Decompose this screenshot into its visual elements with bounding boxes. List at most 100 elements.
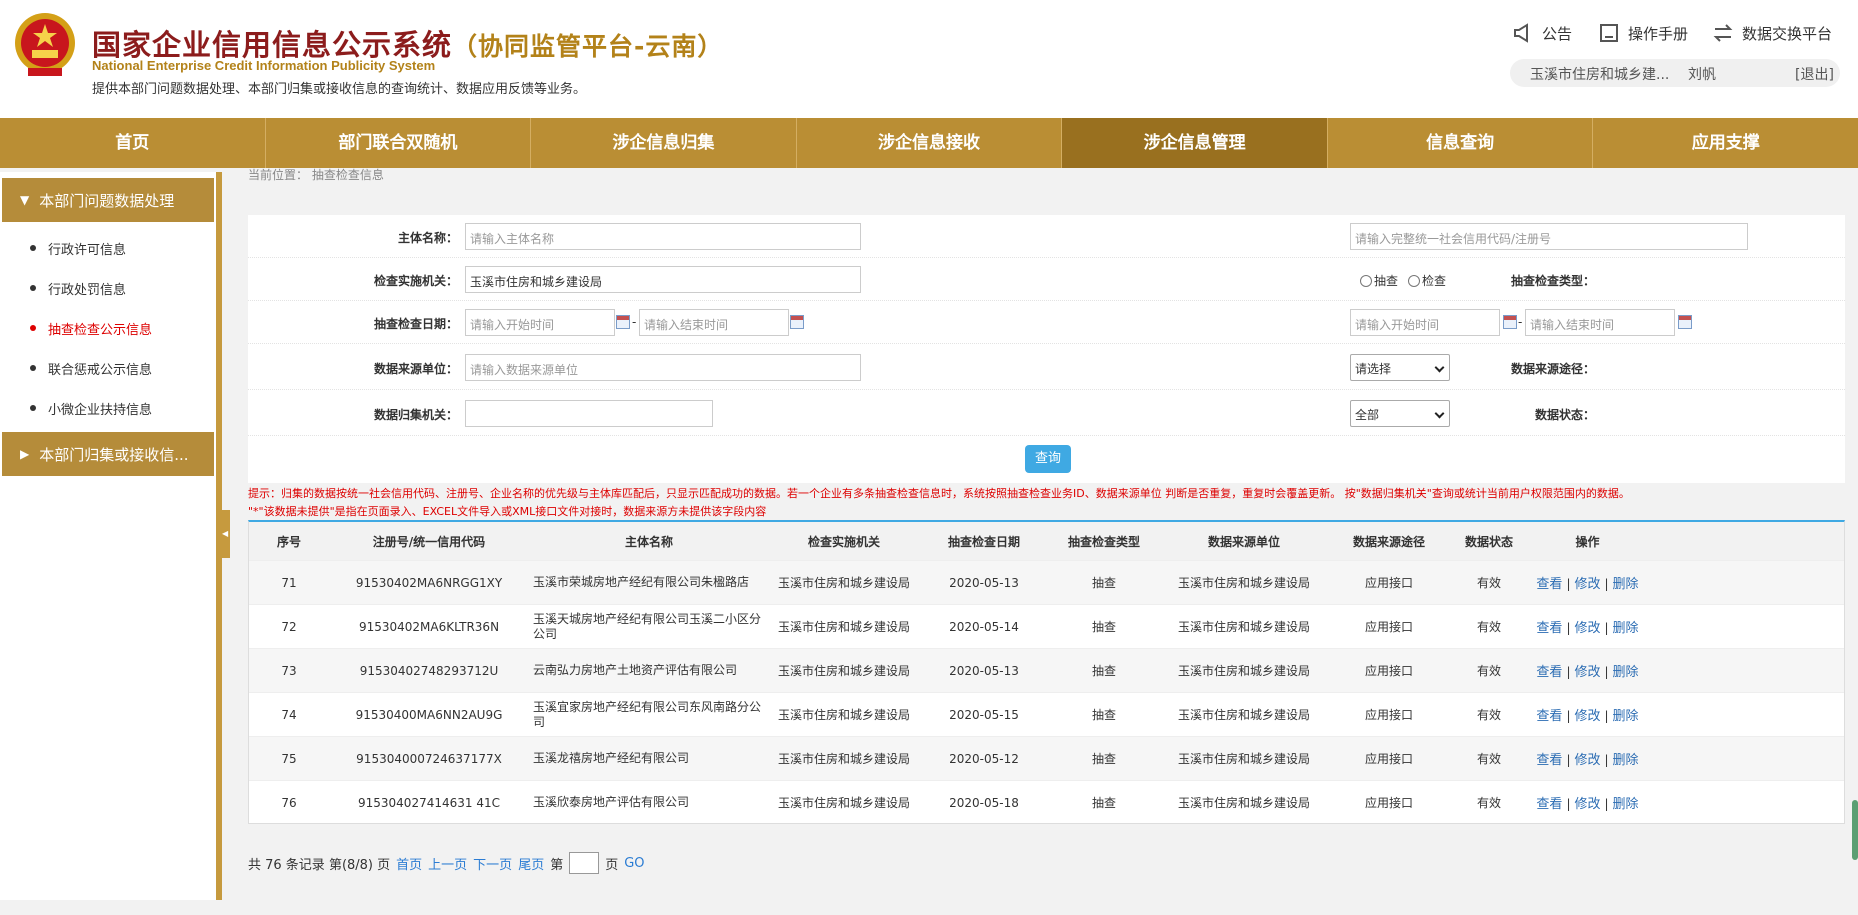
update-start-date-input[interactable]: 请输入开始时间 bbox=[1350, 309, 1500, 336]
data-status-select[interactable]: 全部 bbox=[1350, 400, 1450, 427]
sidebar-item-small-business[interactable]: 小微企业扶持信息 bbox=[0, 388, 216, 428]
sidebar-item-joint-punish[interactable]: 联合惩戒公示信息 bbox=[0, 348, 216, 388]
cell-index: 73 bbox=[281, 663, 297, 678]
view-link[interactable]: 查看 bbox=[1536, 621, 1562, 636]
col-route: 数据来源途径 bbox=[1352, 534, 1425, 549]
calendar-icon[interactable] bbox=[1503, 315, 1517, 329]
last-page-link[interactable]: 尾页 bbox=[518, 854, 544, 873]
cell-source: 玉溪市住房和城乡建设局 bbox=[1177, 620, 1310, 634]
collect-org-input[interactable] bbox=[465, 400, 713, 427]
nav-joint-random[interactable]: 部门联合双随机 bbox=[266, 118, 532, 168]
view-link[interactable]: 查看 bbox=[1536, 797, 1562, 812]
sidebar-item-license[interactable]: 行政许可信息 bbox=[0, 228, 216, 268]
data-route-select[interactable]: 请选择 bbox=[1350, 354, 1450, 381]
first-page-link[interactable]: 首页 bbox=[396, 854, 422, 873]
separator: | bbox=[1566, 797, 1571, 811]
delete-link[interactable]: 删除 bbox=[1613, 665, 1639, 680]
nav-info-receive[interactable]: 涉企信息接收 bbox=[797, 118, 1063, 168]
cell-status: 有效 bbox=[1476, 620, 1501, 634]
nav-app-support[interactable]: 应用支撑 bbox=[1593, 118, 1858, 168]
sidebar-collapse-handle[interactable]: ◀ bbox=[222, 510, 230, 558]
separator: | bbox=[1566, 621, 1571, 635]
calendar-icon[interactable] bbox=[1678, 315, 1692, 329]
edit-link[interactable]: 修改 bbox=[1574, 753, 1600, 768]
next-page-link[interactable]: 下一页 bbox=[473, 854, 512, 873]
notice-link[interactable]: 公告 bbox=[1512, 22, 1572, 44]
query-button[interactable]: 查询 bbox=[1025, 445, 1071, 473]
inspection-end-date-input[interactable]: 请输入结束时间 bbox=[639, 309, 789, 336]
prev-page-link[interactable]: 上一页 bbox=[428, 854, 467, 873]
cell-org: 玉溪市住房和城乡建设局 bbox=[777, 664, 910, 678]
credit-code-input[interactable]: 请输入完整统一社会信用代码/注册号 bbox=[1350, 223, 1748, 250]
data-exchange-link[interactable]: 数据交换平台 bbox=[1712, 22, 1832, 44]
delete-link[interactable]: 删除 bbox=[1613, 621, 1639, 636]
nav-home[interactable]: 首页 bbox=[0, 118, 266, 168]
table-row: 73 91530402748293712U 云南弘力房地产土地资产评估有限公司 玉溪市… bbox=[249, 648, 1844, 692]
delete-link[interactable]: 删除 bbox=[1613, 797, 1639, 812]
header: 国家企业信用信息公示系统（协同监管平台-云南） National Enterpr… bbox=[0, 0, 1858, 118]
view-link[interactable]: 查看 bbox=[1536, 709, 1562, 724]
cell-route: 应用接口 bbox=[1364, 576, 1413, 590]
sidebar-item-inspection[interactable]: 抽查检查公示信息 bbox=[0, 308, 216, 348]
entity-name-input[interactable]: 请输入主体名称 bbox=[465, 223, 861, 250]
sidebar-group-problem-data[interactable]: ▼ 本部门问题数据处理 bbox=[2, 178, 214, 222]
delete-link[interactable]: 删除 bbox=[1613, 753, 1639, 768]
cell-entity: 玉溪天城房地产经纪有限公司玉溪二小区分公司 bbox=[533, 611, 762, 641]
cell-status: 有效 bbox=[1476, 752, 1501, 766]
sidebar: ▼ 本部门问题数据处理 行政许可信息 行政处罚信息 抽查检查公示信息 联合惩戒公… bbox=[0, 172, 222, 900]
sidebar-item-penalty[interactable]: 行政处罚信息 bbox=[0, 268, 216, 308]
update-end-date-input[interactable]: 请输入结束时间 bbox=[1525, 309, 1675, 336]
row-actions: 查看 | 修改 | 删除 bbox=[1529, 749, 1646, 768]
calendar-icon[interactable] bbox=[790, 315, 804, 329]
nav-info-manage[interactable]: 涉企信息管理 bbox=[1062, 118, 1328, 168]
inspection-org-input[interactable]: 玉溪市住房和城乡建设局 bbox=[465, 266, 861, 293]
calendar-icon[interactable] bbox=[616, 315, 630, 329]
cell-type: 抽查 bbox=[1091, 576, 1116, 590]
col-org: 检查实施机关 bbox=[807, 534, 880, 549]
date-range-dash: - bbox=[632, 315, 637, 329]
page-number-input[interactable] bbox=[569, 852, 600, 874]
sidebar-group-collect-receive[interactable]: ▶ 本部门归集或接收信... bbox=[2, 432, 214, 476]
col-status: 数据状态 bbox=[1464, 534, 1513, 549]
manual-link[interactable]: 操作手册 bbox=[1598, 22, 1688, 44]
col-entity: 主体名称 bbox=[624, 534, 673, 549]
nav-info-collect[interactable]: 涉企信息归集 bbox=[531, 118, 797, 168]
nav-info-query[interactable]: 信息查询 bbox=[1328, 118, 1594, 168]
table-row: 72 91530402MA6KLTR36N 玉溪天城房地产经纪有限公司玉溪二小区分公… bbox=[249, 604, 1844, 648]
bullet-icon bbox=[30, 325, 36, 331]
separator: | bbox=[1604, 577, 1609, 591]
edit-link[interactable]: 修改 bbox=[1574, 797, 1600, 812]
edit-link[interactable]: 修改 bbox=[1574, 665, 1600, 680]
radio-spot-check[interactable]: 抽查 bbox=[1360, 272, 1398, 289]
view-link[interactable]: 查看 bbox=[1536, 577, 1562, 592]
separator: | bbox=[1604, 665, 1609, 679]
delete-link[interactable]: 删除 bbox=[1613, 709, 1639, 724]
inspection-table: 序号 注册号/统一信用代码 主体名称 检查实施机关 抽查检查日期 抽查检查类型 … bbox=[248, 520, 1845, 824]
inspection-start-date-input[interactable]: 请输入开始时间 bbox=[465, 309, 615, 336]
data-source-input[interactable]: 请输入数据来源单位 bbox=[465, 354, 861, 381]
edit-link[interactable]: 修改 bbox=[1574, 577, 1600, 592]
scrollbar-thumb[interactable] bbox=[1852, 800, 1858, 860]
cell-entity: 玉溪宜家房地产经纪有限公司东风南路分公司 bbox=[533, 699, 762, 729]
cell-code: 91530400MA6NN2AU9G bbox=[355, 707, 503, 722]
radio-inspection[interactable]: 检查 bbox=[1408, 272, 1446, 289]
view-link[interactable]: 查看 bbox=[1536, 665, 1562, 680]
logout-link[interactable]: [退出] bbox=[1795, 64, 1834, 84]
edit-link[interactable]: 修改 bbox=[1574, 709, 1600, 724]
table-header: 序号 注册号/统一信用代码 主体名称 检查实施机关 抽查检查日期 抽查检查类型 … bbox=[249, 522, 1844, 560]
col-source: 数据来源单位 bbox=[1207, 534, 1280, 549]
row-actions: 查看 | 修改 | 删除 bbox=[1529, 573, 1646, 592]
user-name: 刘帆 bbox=[1688, 67, 1716, 83]
go-button[interactable]: GO bbox=[624, 856, 644, 871]
page-prefix: 第 bbox=[550, 857, 564, 873]
cell-date: 2020-05-12 bbox=[949, 751, 1019, 766]
cell-type: 抽查 bbox=[1091, 664, 1116, 678]
view-link[interactable]: 查看 bbox=[1536, 753, 1562, 768]
breadcrumb: 当前位置： 抽查检查信息 bbox=[248, 168, 384, 182]
edit-link[interactable]: 修改 bbox=[1574, 621, 1600, 636]
tips: 提示：归集的数据按统一社会信用代码、注册号、企业名称的优先级与主体库匹配后，只显… bbox=[248, 485, 1630, 521]
cell-code: 91530402MA6NRGG1XY bbox=[355, 575, 503, 590]
cell-entity: 玉溪市荣城房地产经纪有限公司朱楹路店 bbox=[533, 575, 750, 589]
row-actions: 查看 | 修改 | 删除 bbox=[1529, 617, 1646, 636]
delete-link[interactable]: 删除 bbox=[1613, 577, 1639, 592]
